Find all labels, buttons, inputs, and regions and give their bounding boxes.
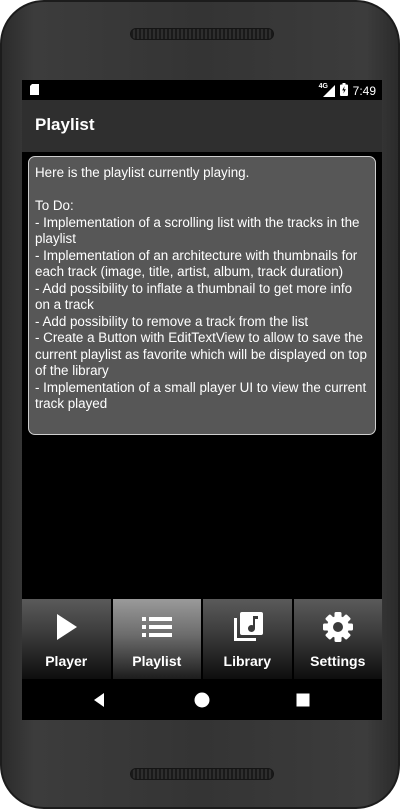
signal-icon: 4G xyxy=(319,83,335,97)
tab-player[interactable]: Player xyxy=(22,599,111,679)
system-nav-bar xyxy=(22,680,382,720)
back-icon[interactable] xyxy=(90,690,110,710)
info-line: - Add possibility to remove a track from… xyxy=(35,313,309,329)
tab-label: Library xyxy=(223,653,271,669)
info-line: - Add possibility to inflate a thumbnail… xyxy=(35,280,353,313)
info-line: - Implementation of a small player UI to… xyxy=(35,379,367,412)
info-line: - Create a Button with EditTextView to a… xyxy=(35,330,367,378)
tab-label: Settings xyxy=(310,653,366,669)
clock: 7:49 xyxy=(352,84,376,98)
screen: 4G 7:49 Playlist Here is the playlist cu… xyxy=(22,80,382,720)
device-frame: 4G 7:49 Playlist Here is the playlist cu… xyxy=(0,0,400,809)
tab-library[interactable]: Library xyxy=(203,599,292,679)
tab-playlist[interactable]: Playlist xyxy=(112,599,201,679)
page-title: Playlist xyxy=(35,115,95,134)
bottom-nav: Player Playlist Library Settings xyxy=(22,599,382,679)
gear-icon xyxy=(320,611,356,643)
info-line: - Implementation of an architecture with… xyxy=(35,247,358,280)
play-icon xyxy=(48,611,84,643)
tab-label: Player xyxy=(45,653,88,669)
tab-settings[interactable]: Settings xyxy=(293,599,382,679)
info-line: Here is the playlist currently playing. xyxy=(35,165,250,180)
info-line: - Implementation of a scrolling list wit… xyxy=(35,214,360,247)
list-icon xyxy=(139,611,175,643)
bottom-speaker xyxy=(130,768,274,780)
sd-card-icon xyxy=(30,84,39,98)
battery-icon xyxy=(339,83,348,99)
tab-label: Playlist xyxy=(132,653,182,669)
playlist-info-card: Here is the playlist currently playing. … xyxy=(28,156,376,435)
info-line: To Do: xyxy=(35,198,74,213)
home-icon[interactable] xyxy=(192,690,212,710)
library-music-icon xyxy=(229,611,265,643)
top-speaker xyxy=(130,28,274,40)
action-bar: Playlist xyxy=(22,100,382,152)
status-bar: 4G 7:49 xyxy=(22,80,382,100)
recents-icon[interactable] xyxy=(293,690,313,710)
